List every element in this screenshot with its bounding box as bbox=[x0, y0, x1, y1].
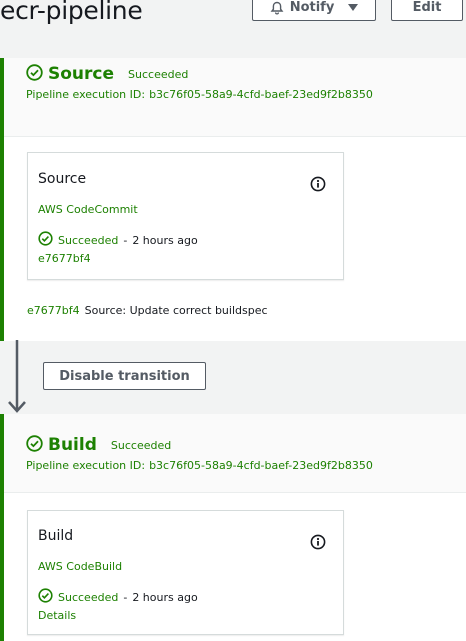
check-circle-icon bbox=[38, 231, 53, 249]
commit-message: Source: Update correct buildspec bbox=[84, 304, 268, 317]
build-action-card: Build AWS CodeBuild Succeeded - 2 hours … bbox=[27, 510, 344, 635]
action-status-row: Succeeded - 2 hours ago bbox=[38, 588, 198, 606]
status-separator: - bbox=[123, 590, 128, 604]
stage-name: Source bbox=[48, 64, 115, 84]
stage-status: Succeeded bbox=[128, 67, 189, 81]
stage-name: Build bbox=[48, 435, 97, 455]
source-stage: Source Succeeded Pipeline execution ID: … bbox=[0, 58, 466, 341]
check-circle-icon bbox=[38, 588, 53, 606]
build-stage: Build Succeeded Pipeline execution ID: b… bbox=[0, 414, 466, 641]
source-stage-header: Source Succeeded Pipeline execution ID: … bbox=[4, 58, 466, 137]
stage-status: Succeeded bbox=[110, 438, 172, 452]
action-name: Build bbox=[38, 528, 74, 544]
action-provider-link[interactable]: AWS CodeBuild bbox=[38, 560, 122, 573]
edit-button[interactable]: Edit bbox=[391, 0, 463, 21]
page-title: ecr-pipeline bbox=[0, 0, 143, 25]
action-status: Succeeded bbox=[58, 233, 119, 247]
execution-id-label: Pipeline execution ID: bbox=[26, 459, 146, 472]
execution-id-label: Pipeline execution ID: bbox=[26, 88, 146, 101]
action-name: Source bbox=[38, 171, 87, 187]
commit-id-link[interactable]: e7677bf4 bbox=[27, 304, 80, 317]
pipeline-page: ecr-pipeline Notify Edit Source Succeede… bbox=[0, 0, 466, 641]
info-icon[interactable] bbox=[310, 176, 326, 196]
caret-down-icon bbox=[348, 3, 359, 12]
execution-id-row: Pipeline execution ID: b3c76f05-58a9-4cf… bbox=[26, 88, 466, 101]
commit-link[interactable]: e7677bf4 bbox=[38, 252, 91, 265]
details-link[interactable]: Details bbox=[38, 609, 76, 622]
status-separator: - bbox=[123, 233, 128, 247]
notify-label: Notify bbox=[289, 0, 335, 15]
action-status: Succeeded bbox=[58, 590, 119, 604]
action-time-ago: 2 hours ago bbox=[132, 233, 198, 247]
check-circle-icon bbox=[26, 434, 43, 456]
arrow-down-icon bbox=[7, 340, 27, 418]
disable-transition-button[interactable]: Disable transition bbox=[43, 362, 206, 390]
execution-id-link[interactable]: b3c76f05-58a9-4cfd-baef-23ed9f2b8350 bbox=[149, 459, 373, 472]
notify-button[interactable]: Notify bbox=[252, 0, 376, 21]
execution-id-link[interactable]: b3c76f05-58a9-4cfd-baef-23ed9f2b8350 bbox=[149, 88, 373, 101]
source-action-card: Source AWS CodeCommit Succeeded - 2 hour… bbox=[27, 152, 344, 280]
action-status-row: Succeeded - 2 hours ago bbox=[38, 231, 198, 249]
execution-id-row: Pipeline execution ID: b3c76f05-58a9-4cf… bbox=[26, 459, 466, 472]
commit-row: e7677bf4 Source: Update correct buildspe… bbox=[27, 304, 268, 317]
info-icon[interactable] bbox=[310, 534, 326, 554]
action-time-ago: 2 hours ago bbox=[132, 590, 198, 604]
action-provider-link[interactable]: AWS CodeCommit bbox=[38, 203, 138, 216]
check-circle-icon bbox=[26, 63, 43, 85]
build-stage-header: Build Succeeded Pipeline execution ID: b… bbox=[4, 414, 466, 493]
bell-icon bbox=[270, 1, 284, 15]
